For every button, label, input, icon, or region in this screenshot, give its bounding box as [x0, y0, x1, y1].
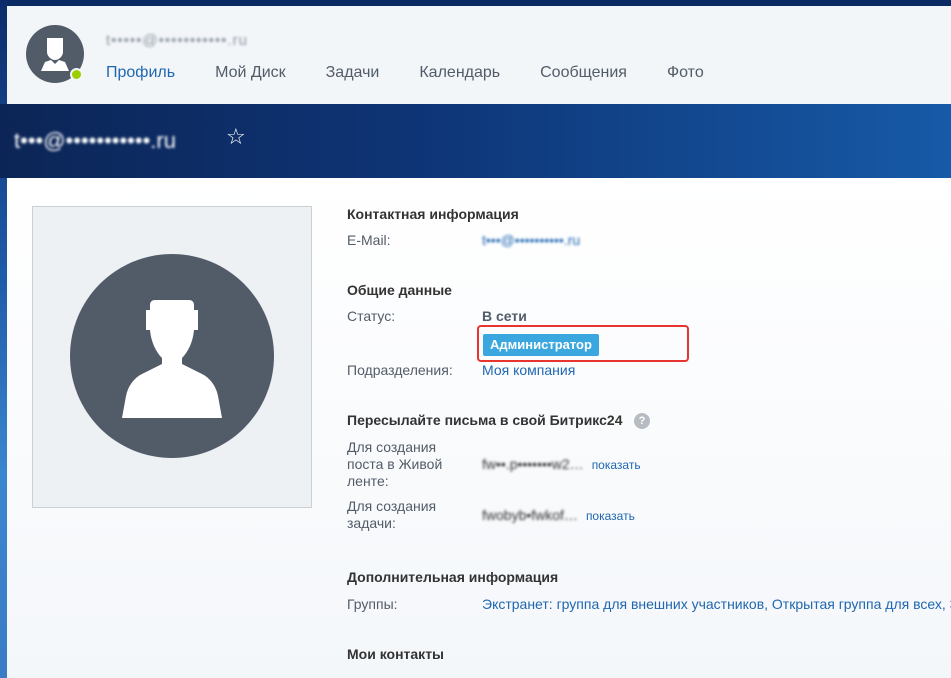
departments-label: Подразделения: [347, 362, 453, 378]
profile-avatar [70, 254, 274, 458]
profile-content: Контактная информация E-Mail: t•••@•••••… [7, 178, 951, 678]
highlight-annotation [477, 325, 689, 362]
contacts-section-title: Мои контакты [347, 646, 445, 662]
status-label: Статус: [347, 308, 396, 324]
nav-profile[interactable]: Профиль [106, 64, 175, 82]
email-link[interactable]: t•••@••••••••••.ru [482, 232, 580, 248]
contact-section-title: Контактная информация [347, 206, 519, 222]
groups-label: Группы: [347, 596, 398, 612]
title-band: t•••@•••••••••••.ru ☆ [0, 104, 951, 178]
post-email-value: fw••.p•••••••w2… [482, 456, 584, 472]
nav-my-disk[interactable]: Мой Диск [215, 64, 286, 82]
profile-nav: Профиль Мой Диск Задачи Календарь Сообще… [106, 64, 744, 82]
task-email-show-link[interactable]: показать [586, 509, 635, 523]
departments-link[interactable]: Моя компания [482, 362, 575, 378]
task-email-label: Для создания задачи: [347, 498, 437, 531]
task-email-row: fwobyb•fwkof… показать [482, 507, 635, 523]
background-strip [0, 0, 7, 678]
post-email-row: fw••.p•••••••w2… показать [482, 456, 641, 472]
user-silhouette-icon [122, 300, 222, 418]
email-label: E-Mail: [347, 232, 391, 248]
help-icon[interactable]: ? [634, 413, 650, 429]
status-value: В сети [482, 308, 527, 324]
groups-links[interactable]: Экстранет: группа для внешних участников… [482, 596, 951, 612]
user-name: t•••••@•••••••••••.ru [106, 32, 248, 49]
forward-section-title: Пересылайте письма в свой Битрикс24 [347, 412, 623, 428]
nav-tasks[interactable]: Задачи [326, 64, 380, 82]
page-title: t•••@•••••••••••.ru [14, 128, 176, 153]
task-email-value: fwobyb•fwkof… [482, 507, 578, 523]
additional-section-title: Дополнительная информация [347, 569, 559, 585]
nav-messages[interactable]: Сообщения [540, 64, 627, 82]
profile-photo-box[interactable] [32, 206, 312, 508]
nav-photo[interactable]: Фото [667, 64, 704, 82]
post-email-show-link[interactable]: показать [592, 458, 641, 472]
profile-header: t•••••@•••••••••••.ru Профиль Мой Диск З… [7, 6, 951, 104]
post-email-label: Для создания поста в Живой ленте: [347, 439, 443, 489]
online-status-dot [70, 68, 83, 81]
star-icon[interactable]: ☆ [226, 124, 246, 150]
general-section-title: Общие данные [347, 282, 452, 298]
nav-calendar[interactable]: Календарь [419, 64, 500, 82]
